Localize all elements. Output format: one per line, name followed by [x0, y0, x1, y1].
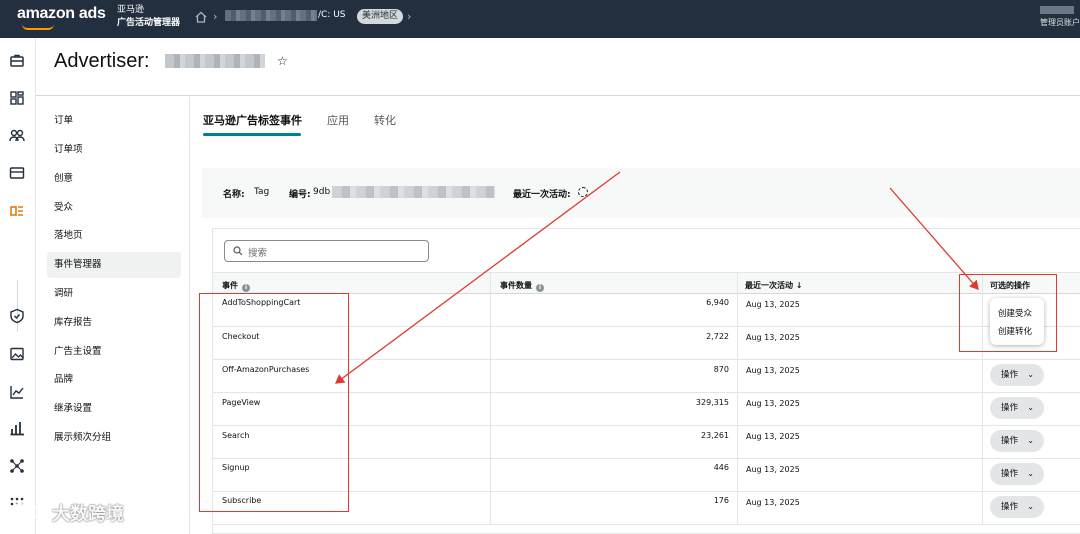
actions-button[interactable]: 操作 ⌄	[990, 364, 1044, 386]
actions-button-label: 操作	[1001, 436, 1019, 446]
nav-item-brands[interactable]: 品牌	[47, 367, 181, 393]
event-count: 446	[713, 463, 729, 472]
event-last-activity: Aug 13, 2025	[746, 432, 800, 441]
col-header-count-label: 事件数量	[500, 281, 532, 290]
event-last-activity: Aug 13, 2025	[746, 498, 800, 507]
actions-button-label: 操作	[1001, 403, 1019, 413]
info-icon[interactable]: i	[242, 284, 250, 292]
chevron-right-icon: ›	[407, 10, 412, 23]
trend-icon[interactable]	[9, 384, 25, 400]
name-value: Tag	[254, 187, 270, 197]
page-title: Advertiser:	[54, 50, 150, 72]
dashboard-icon[interactable]	[9, 90, 25, 106]
tab-amazon-ad-tag-events[interactable]: 亚马逊广告标签事件	[203, 112, 302, 128]
event-last-activity: Aug 13, 2025	[746, 399, 800, 408]
nav-item-inherited-settings[interactable]: 继承设置	[47, 396, 181, 422]
tab-conversions[interactable]: 转化	[374, 112, 396, 128]
region-badge: 美洲地区	[357, 9, 404, 24]
annotation-box-events	[199, 293, 349, 512]
creative-icon[interactable]	[9, 346, 25, 362]
name-label: 名称:	[223, 190, 245, 200]
event-count: 6,940	[706, 298, 729, 307]
actions-button-label: 操作	[1001, 502, 1019, 512]
network-icon[interactable]	[9, 458, 25, 474]
nav-item-landing-pages[interactable]: 落地页	[47, 223, 181, 249]
nav-item-research[interactable]: 调研	[47, 281, 181, 307]
nav-item-inventory-report[interactable]: 库存报告	[47, 310, 181, 336]
event-last-activity: Aug 13, 2025	[746, 333, 800, 342]
actions-button[interactable]: 操作 ⌄	[990, 463, 1044, 485]
col-header-event[interactable]: 事件 i	[222, 280, 250, 292]
nav-item-advertiser-settings[interactable]: 广告主设置	[47, 339, 181, 365]
table-header: 事件 i 事件数量 i 最近一次活动 ↓ 可选的操作	[213, 272, 1080, 294]
event-last-activity: Aug 13, 2025	[746, 465, 800, 474]
icon-rail	[0, 38, 36, 534]
search-icon	[233, 246, 243, 256]
search-placeholder: 搜索	[248, 248, 268, 259]
chevron-down-icon: ⌄	[1027, 469, 1034, 478]
audience-icon[interactable]	[9, 127, 25, 143]
nav-item-line-items[interactable]: 订单项	[47, 137, 181, 163]
top-bar: amazon ads 亚马逊 广告活动管理器 › /C: US 美洲地区 › 管…	[0, 0, 1080, 38]
actions-button[interactable]: 操作 ⌄	[990, 496, 1044, 518]
tag-id-redacted	[332, 186, 495, 198]
last-activity-label: 最近一次活动:	[513, 190, 571, 200]
nav-item-creatives[interactable]: 创意	[47, 166, 181, 192]
chevron-down-icon: ⌄	[1027, 502, 1034, 511]
event-count: 23,261	[701, 431, 729, 440]
nav-item-event-manager[interactable]: 事件管理器	[47, 252, 181, 278]
side-nav: 订单 订单项 创意 受众 落地页 事件管理器 调研 库存报告 广告主设置 品牌 …	[36, 97, 190, 534]
star-icon[interactable]: ☆	[277, 54, 288, 68]
chevron-down-icon: ⌄	[1027, 436, 1034, 445]
shield-icon[interactable]	[9, 308, 25, 324]
rail-divider	[17, 280, 18, 332]
dsp-active-icon[interactable]	[9, 203, 25, 219]
loading-spinner-icon	[578, 187, 588, 197]
event-count: 176	[713, 496, 729, 505]
col-header-count[interactable]: 事件数量 i	[500, 280, 544, 292]
tag-info-bar: 名称: Tag 编号: 9db 最近一次活动:	[202, 168, 1080, 218]
campaigns-icon[interactable]	[9, 53, 25, 69]
actions-button[interactable]: 操作 ⌄	[990, 397, 1044, 419]
event-last-activity: Aug 13, 2025	[746, 300, 800, 309]
user-role: 管理员账户	[1040, 18, 1080, 27]
billing-icon[interactable]	[9, 165, 25, 181]
logo-smile-icon	[22, 24, 54, 30]
nav-item-audiences[interactable]: 受众	[47, 195, 181, 221]
watermark-logo-icon	[10, 502, 41, 522]
chevron-down-icon: ⌄	[1027, 403, 1034, 412]
col-header-last-activity[interactable]: 最近一次活动 ↓	[745, 280, 803, 291]
id-label: 编号:	[289, 190, 311, 200]
event-count: 870	[713, 365, 729, 374]
amazon-ads-logo[interactable]: amazon ads	[17, 5, 106, 23]
info-icon[interactable]: i	[536, 284, 544, 292]
nav-item-orders[interactable]: 订单	[47, 108, 181, 134]
nav-item-frequency-groups[interactable]: 展示频次分组	[47, 425, 181, 451]
product-name: 亚马逊 广告活动管理器	[117, 4, 180, 30]
bar-chart-icon[interactable]	[9, 420, 25, 436]
id-prefix: 9db	[313, 187, 331, 197]
breadcrumb-country[interactable]: /C: US	[318, 10, 346, 20]
event-last-activity: Aug 13, 2025	[746, 366, 800, 375]
chevron-right-icon: ›	[213, 10, 218, 23]
brand-line1: 亚马逊	[117, 5, 145, 15]
watermark-text: 大数跨境	[52, 504, 124, 525]
actions-button-label: 操作	[1001, 370, 1019, 380]
tab-apps[interactable]: 应用	[327, 112, 349, 128]
annotation-box-actions	[959, 274, 1057, 352]
active-tab-indicator	[203, 133, 301, 136]
event-count: 329,315	[695, 398, 729, 407]
home-icon[interactable]	[195, 10, 207, 24]
account-name-redacted[interactable]	[225, 10, 317, 21]
user-name-redacted[interactable]	[1040, 6, 1074, 14]
actions-button[interactable]: 操作 ⌄	[990, 430, 1044, 452]
col-header-event-label: 事件	[222, 281, 238, 290]
chevron-down-icon: ⌄	[1027, 370, 1034, 379]
actions-button-label: 操作	[1001, 469, 1019, 479]
brand-line2: 广告活动管理器	[117, 18, 181, 28]
search-input[interactable]: 搜索	[224, 240, 429, 262]
advertiser-name-redacted	[165, 54, 265, 68]
event-count: 2,722	[706, 332, 729, 341]
